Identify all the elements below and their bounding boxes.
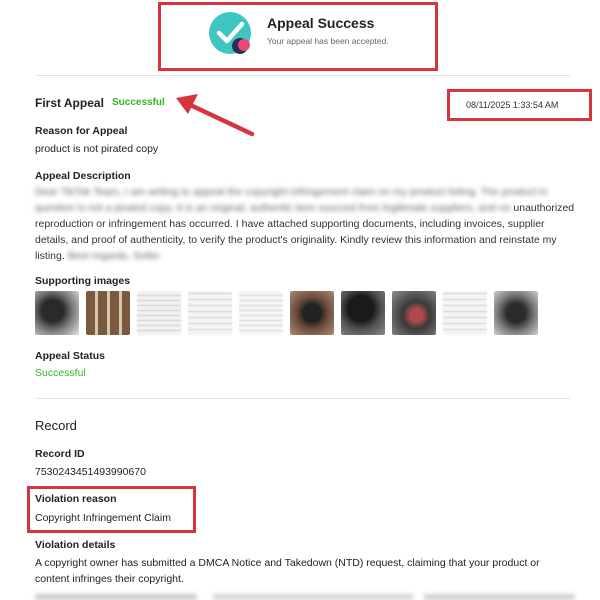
thumbnail[interactable]	[239, 291, 283, 335]
thumbnail[interactable]	[341, 291, 385, 335]
date-highlight: 08/11/2025 1:33:54 AM	[447, 89, 592, 121]
success-title: Appeal Success	[267, 15, 375, 31]
blurred-text: Best regards, Seller	[67, 250, 160, 262]
blurred-text	[35, 594, 575, 600]
images-label: Supporting images	[35, 275, 131, 287]
thumbnail[interactable]	[86, 291, 130, 335]
violation-reason-value: Copyright Infringement Claim	[35, 512, 171, 524]
violation-details-label: Violation details	[35, 539, 116, 551]
supporting-images	[35, 291, 545, 335]
thumbnail[interactable]	[290, 291, 334, 335]
status-label: Appeal Status	[35, 350, 106, 362]
divider	[35, 75, 570, 76]
annotation-arrow-icon	[176, 94, 255, 137]
status-value: Successful	[35, 367, 86, 379]
appeal-description: Dear TikTok Team, I am writing to appeal…	[35, 184, 575, 264]
status-badge: Successful	[112, 97, 165, 108]
record-title: Record	[35, 418, 77, 433]
record-id-label: Record ID	[35, 448, 85, 460]
success-subtitle: Your appeal has been accepted.	[267, 36, 389, 46]
reason-label: Reason for Appeal	[35, 125, 128, 137]
appeal-title: First Appeal	[35, 96, 104, 110]
description-label: Appeal Description	[35, 170, 131, 182]
thumbnail[interactable]	[137, 291, 181, 335]
appeal-date: 08/11/2025 1:33:54 AM	[466, 100, 559, 110]
thumbnail[interactable]	[35, 291, 79, 335]
violation-reason-label: Violation reason	[35, 493, 117, 505]
check-circle-icon	[209, 12, 251, 54]
reason-value: product is not pirated copy	[35, 143, 159, 155]
thumbnail[interactable]	[443, 291, 487, 335]
divider	[35, 398, 570, 399]
blurred-text: Dear TikTok Team, I am writing to appeal…	[35, 186, 548, 214]
violation-details-value: A copyright owner has submitted a DMCA N…	[35, 557, 540, 585]
thumbnail[interactable]	[392, 291, 436, 335]
appeal-success-card: Appeal Success Your appeal has been acce…	[158, 2, 438, 71]
record-id-value: 7530243451493990670	[35, 466, 146, 478]
thumbnail[interactable]	[494, 291, 538, 335]
thumbnail[interactable]	[188, 291, 232, 335]
